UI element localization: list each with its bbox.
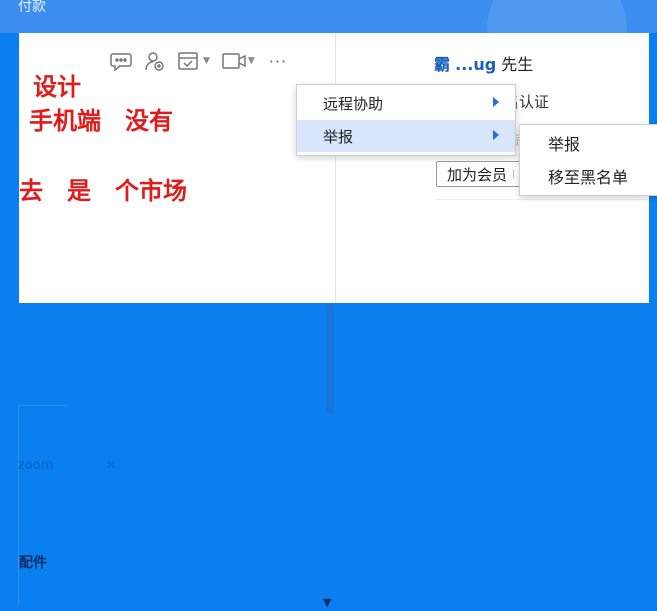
accessory-label: 配件 [19, 555, 47, 571]
menu-item-report[interactable]: 举报 [297, 120, 515, 152]
message-image-line-3: 去 是 个市场 [19, 177, 187, 205]
faded-label: zoom [18, 458, 54, 473]
chat-toolbar: ▼ ▼ ··· [107, 47, 287, 75]
faded-close-icon: ✕ [106, 458, 117, 472]
menu-item-label: 举报 [323, 127, 354, 146]
splitter-handle[interactable] [326, 304, 334, 414]
title-bar: 付款 [0, 0, 657, 100]
contact-name-part2: ...ug [455, 55, 497, 74]
submenu-item-label: 举报 [548, 135, 581, 154]
more-icon[interactable]: ··· [269, 52, 287, 71]
context-menu: 远程协助 举报 [296, 84, 516, 156]
report-submenu: 举报 移至黑名单 [519, 124, 657, 196]
message-image-line-2: 手机端 没有 [29, 107, 173, 135]
video-dropdown-icon[interactable]: ▼ [248, 56, 255, 66]
message-image-line-1: 设计 [33, 73, 81, 101]
menu-item-label: 远程协助 [323, 94, 384, 113]
submenu-arrow-icon [493, 97, 499, 107]
info-divider [436, 199, 649, 200]
message-image[interactable]: 设计 手机端 没有 去 是 个市场 [19, 73, 335, 303]
input-area-outline [18, 405, 67, 606]
submenu-item-report[interactable]: 举报 [520, 127, 657, 159]
contact-honorific: 先生 [501, 55, 534, 74]
menu-item-remote-assist[interactable]: 远程协助 [297, 87, 515, 119]
submenu-item-label: 移至黑名单 [548, 168, 629, 187]
contact-name-part1: 霸 [434, 55, 451, 74]
add-contact-icon[interactable] [141, 47, 169, 75]
chat-bubble-icon[interactable] [107, 47, 135, 75]
contact-name: 霸 ...ug 先生 [434, 51, 533, 75]
expand-down-icon[interactable]: ▼ [323, 596, 331, 609]
window-title: 付款 [18, 0, 46, 15]
submenu-arrow-icon [493, 130, 499, 140]
submenu-item-blacklist[interactable]: 移至黑名单 [520, 160, 657, 192]
task-icon[interactable] [175, 47, 203, 75]
add-member-label: 加为会员 [447, 165, 508, 184]
task-dropdown-icon[interactable]: ▼ [203, 56, 210, 66]
video-icon[interactable] [220, 47, 248, 75]
